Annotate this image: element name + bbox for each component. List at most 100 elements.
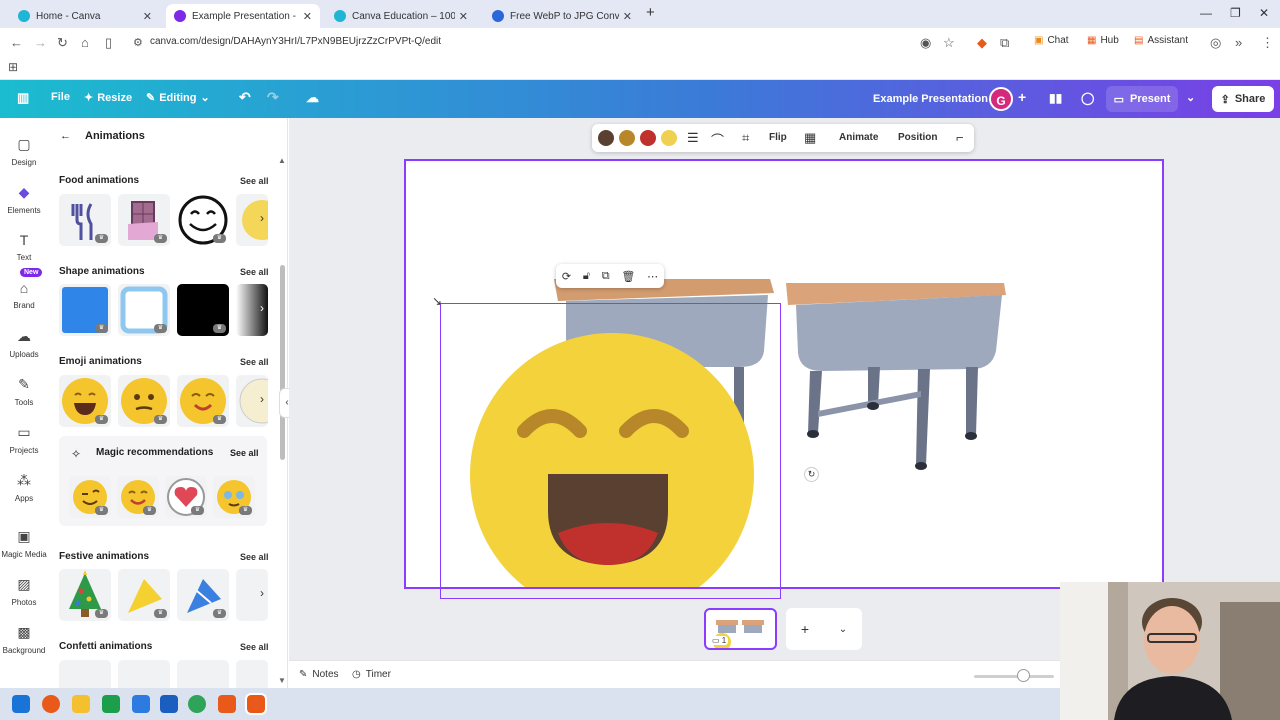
file-explorer-icon[interactable] [72, 695, 90, 713]
rail-item-magic-media[interactable]: ▣ Magic Media [0, 528, 48, 559]
profile-icon[interactable]: ◎ [1210, 35, 1221, 51]
more-options-icon[interactable]: ⋯ [647, 270, 658, 283]
back-icon[interactable]: ← [10, 35, 23, 50]
animate-button[interactable]: Animate [839, 132, 878, 143]
magic-recommendation-thumb[interactable]: ♛ [69, 476, 111, 518]
emoji-animation-thumb[interactable]: ♛ [177, 375, 229, 427]
undo-icon[interactable]: ↶ [239, 89, 251, 106]
magic-recommendation-thumb[interactable]: ♛ [165, 476, 207, 518]
search-icon[interactable] [42, 695, 60, 713]
rail-item-brand[interactable]: ⌂ Brand [0, 280, 48, 310]
shape-animation-thumb-partial[interactable]: › [236, 284, 268, 336]
cloud-saved-icon[interactable]: ☁ [306, 90, 319, 106]
panel-scrollbar[interactable] [280, 265, 285, 460]
shape-animation-thumb[interactable]: ♛ [59, 284, 111, 336]
position-button[interactable]: Position [898, 132, 937, 143]
rail-item-text[interactable]: T Text [0, 232, 48, 262]
confetti-animation-thumb[interactable] [177, 660, 229, 688]
close-tab-icon[interactable]: ✕ [459, 10, 468, 23]
festive-animation-thumb[interactable]: ♛ [59, 569, 111, 621]
confetti-animation-thumb[interactable] [118, 660, 170, 688]
chat-extension[interactable]: ▣ Chat [1034, 35, 1069, 46]
scroll-right-arrow-icon[interactable]: › [260, 392, 264, 406]
assistant-extension[interactable]: ▤ Assistant [1134, 35, 1188, 46]
copy-style-paint-roller-icon[interactable]: ⌐ [956, 130, 964, 145]
zoom-app-icon[interactable] [132, 695, 150, 713]
tab-canva-education[interactable]: Canva Education – 100% Free f ✕ [326, 4, 476, 28]
new-tab-icon[interactable]: + [646, 4, 655, 21]
sidebar-icon[interactable]: ▯ [105, 35, 112, 51]
shape-animation-thumb[interactable]: ♛ [177, 284, 229, 336]
sheets-app-icon[interactable] [102, 695, 120, 713]
user-avatar[interactable]: G [989, 87, 1013, 111]
duplicate-icon[interactable]: ⧉ [602, 270, 610, 283]
rail-item-background[interactable]: ▩ Background [0, 624, 48, 655]
rail-item-apps[interactable]: ⁂ Apps [0, 472, 48, 503]
brave-shield-icon[interactable]: ◆ [977, 35, 987, 51]
delete-trash-icon[interactable]: 🗑︎ [621, 270, 635, 283]
rail-item-projects[interactable]: ▭ Projects [0, 424, 48, 455]
resize-button[interactable]: ✦ Resize [84, 91, 132, 105]
notes-button[interactable]: ✎ Notes [299, 669, 339, 680]
tracking-off-icon[interactable]: ◉ [920, 35, 931, 51]
outlook-app-icon[interactable] [160, 695, 178, 713]
rail-item-tools[interactable]: ✎ Tools [0, 376, 48, 407]
festive-animation-thumb[interactable]: ♛ [118, 569, 170, 621]
rotate-handle-icon[interactable]: ↻ [804, 467, 819, 482]
confetti-animation-thumb[interactable] [59, 660, 111, 688]
close-tab-icon[interactable]: ✕ [143, 10, 152, 23]
rail-item-uploads[interactable]: ☁ Uploads [0, 328, 48, 359]
scroll-up-arrow-icon[interactable]: ▲ [278, 156, 286, 165]
insights-chart-icon[interactable]: ▮▮ [1049, 91, 1062, 105]
color-swatch-mustard[interactable] [619, 130, 635, 146]
festive-animation-thumb-partial[interactable]: › [236, 569, 268, 621]
chrome-app-icon[interactable] [188, 695, 206, 713]
lock-icon[interactable]: 🔓︎ [583, 270, 590, 283]
zoom-slider-track[interactable] [974, 675, 1054, 678]
windows-start-icon[interactable] [12, 695, 30, 713]
present-button[interactable]: ▭ Present [1106, 86, 1178, 112]
page-options-chevron-icon[interactable]: ⌄ [839, 624, 847, 635]
add-collaborator-icon[interactable]: + [1018, 89, 1026, 105]
url-field[interactable]: canva.com/design/DAHAynY3HrI/L7PxN9BEUjr… [150, 36, 441, 47]
reload-icon[interactable]: ↻ [57, 35, 68, 51]
scroll-right-arrow-icon[interactable]: › [260, 586, 264, 600]
scroll-right-arrow-icon[interactable]: › [260, 301, 264, 315]
scroll-down-arrow-icon[interactable]: ▼ [278, 676, 286, 685]
see-all-emoji[interactable]: See all [240, 357, 269, 367]
color-swatch-brown[interactable] [598, 130, 614, 146]
magic-recommendation-thumb[interactable]: ♛ [117, 476, 159, 518]
restore-icon[interactable]: ❐ [1230, 6, 1241, 20]
see-all-confetti[interactable]: See all [240, 642, 269, 652]
close-tab-icon[interactable]: ✕ [623, 10, 632, 23]
see-all-festive[interactable]: See all [240, 552, 269, 562]
brave-app-icon[interactable] [218, 695, 236, 713]
see-all-food[interactable]: See all [240, 176, 269, 186]
browser-menu-icon[interactable]: ⋮ [1261, 35, 1274, 51]
festive-animation-thumb[interactable]: ♛ [177, 569, 229, 621]
see-all-magic[interactable]: See all [230, 448, 259, 458]
more-extensions-icon[interactable]: » [1235, 35, 1242, 50]
brave-active-app-icon[interactable] [245, 693, 267, 715]
school-desk-illustration[interactable] [786, 283, 1006, 470]
bookmark-star-icon[interactable]: ☆ [943, 35, 955, 51]
extensions-icon[interactable]: ⧉ [1000, 35, 1009, 51]
comments-icon[interactable]: ◯ [1081, 91, 1094, 105]
share-button[interactable]: ⇪ Share [1212, 86, 1274, 112]
close-window-icon[interactable]: ✕ [1259, 6, 1269, 20]
file-menu[interactable]: File [51, 91, 70, 103]
tab-webp-converter[interactable]: Free WebP to JPG Converter Or ✕ [484, 4, 640, 28]
rail-item-elements[interactable]: ◆ Elements [0, 184, 48, 215]
food-animation-thumb[interactable]: ♛ [118, 194, 170, 246]
food-animation-thumb[interactable]: ♛ [177, 194, 229, 246]
forward-icon[interactable]: → [34, 35, 47, 50]
rail-item-design[interactable]: ▢ Design [0, 136, 48, 167]
magic-recommendation-thumb[interactable]: ♛ [213, 476, 255, 518]
document-title[interactable]: Example Presentation [873, 93, 988, 105]
flip-button[interactable]: Flip [769, 132, 787, 143]
color-swatch-red[interactable] [640, 130, 656, 146]
hub-extension[interactable]: ▦ Hub [1087, 35, 1119, 46]
timer-button[interactable]: ◷ Timer [352, 669, 391, 680]
back-arrow-icon[interactable]: ← [60, 130, 71, 142]
see-all-shape[interactable]: See all [240, 267, 269, 277]
